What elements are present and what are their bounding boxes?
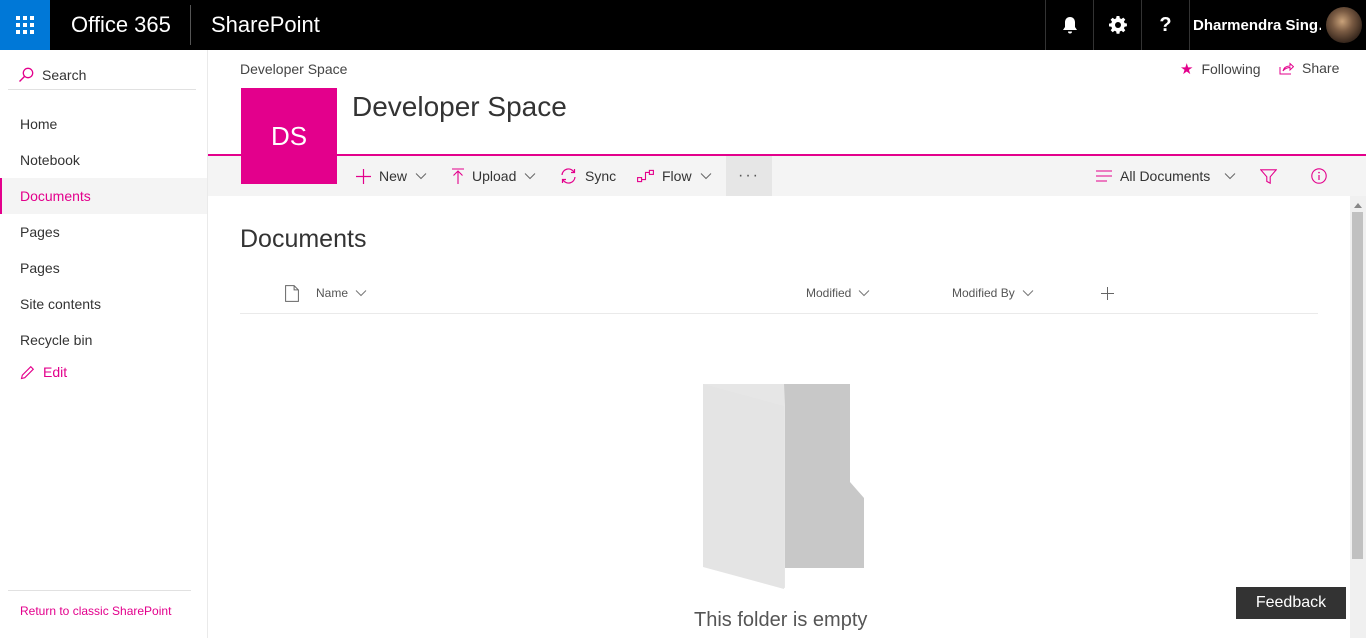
share-button[interactable]: Share [1279, 60, 1339, 76]
nav-item-site-contents[interactable]: Site contents [0, 286, 207, 322]
flow-label: Flow [662, 168, 692, 184]
search-box[interactable]: Search [8, 60, 196, 90]
chevron-down-icon [1022, 290, 1034, 297]
nav-item-notebook[interactable]: Notebook [0, 142, 207, 178]
nav-item-label: Pages [20, 224, 60, 240]
upload-label: Upload [472, 168, 517, 184]
add-column-button[interactable] [1101, 287, 1114, 300]
feedback-button[interactable]: Feedback [1236, 587, 1346, 619]
notifications-button[interactable] [1045, 0, 1093, 50]
site-title[interactable]: Developer Space [352, 91, 567, 123]
chevron-down-icon [1224, 173, 1236, 180]
edit-label: Edit [43, 364, 68, 380]
app-launcher-button[interactable] [0, 0, 50, 50]
command-bar: New Upload Sync Flow ··· All Documents [208, 156, 1366, 196]
waffle-icon [16, 16, 34, 34]
scrollbar-thumb[interactable] [1352, 212, 1363, 559]
nav-item-label: Documents [20, 188, 91, 204]
settings-button[interactable] [1093, 0, 1141, 50]
search-icon [19, 67, 34, 82]
info-pane-button[interactable] [1311, 156, 1335, 196]
gear-icon [1108, 16, 1127, 34]
sync-icon [561, 168, 576, 184]
column-header-name[interactable]: Name [316, 286, 367, 300]
flow-button[interactable]: Flow [637, 156, 712, 196]
filter-icon [1260, 168, 1277, 184]
nav-item-home[interactable]: Home [0, 106, 207, 142]
view-selector[interactable]: All Documents [1096, 156, 1236, 196]
column-label: Modified By [952, 286, 1015, 300]
nav-item-label: Notebook [20, 152, 80, 168]
flow-icon [637, 169, 654, 183]
upload-arrow-icon [452, 168, 464, 184]
document-icon [285, 285, 299, 302]
pencil-icon [20, 365, 35, 379]
sharepoint-app-link[interactable]: SharePoint [211, 12, 320, 38]
edit-nav-link[interactable]: Edit [20, 364, 67, 380]
new-label: New [379, 168, 408, 184]
suite-bar: Office 365 SharePoint ? Dharmendra Sing… [0, 0, 1366, 50]
nav-item-label: Site contents [20, 296, 101, 312]
following-button[interactable]: ★ Following [1180, 60, 1261, 78]
file-type-column[interactable] [285, 285, 299, 302]
office-365-brand-link[interactable]: Office 365 [71, 12, 171, 38]
view-label: All Documents [1120, 168, 1211, 184]
nav-divider [8, 590, 191, 591]
new-button[interactable]: New [356, 156, 427, 196]
following-label: Following [1201, 61, 1261, 77]
nav-item-label: Pages [20, 260, 60, 276]
nav-item-label: Home [20, 116, 58, 132]
user-name: Dharmendra Sing… [1193, 16, 1321, 34]
nav-item-pages[interactable]: Pages [0, 214, 207, 250]
chevron-down-icon [700, 173, 711, 180]
column-header-modified[interactable]: Modified [806, 286, 870, 300]
library-title: Documents [240, 225, 367, 253]
column-label: Name [316, 286, 349, 300]
list-column-headers: Name Modified Modified By [240, 278, 1318, 314]
chevron-down-icon [355, 290, 367, 297]
nav-item-documents[interactable]: Documents [0, 178, 207, 214]
star-icon: ★ [1180, 61, 1194, 78]
scroll-up-arrow[interactable] [1350, 198, 1366, 212]
nav-item-label: Recycle bin [20, 332, 93, 348]
share-icon [1279, 61, 1294, 74]
empty-folder-illustration [703, 384, 864, 589]
plus-icon [1101, 287, 1114, 300]
question-mark-icon: ? [1159, 13, 1172, 36]
left-navigation: Search Home Notebook Documents Pages Pag… [0, 50, 208, 638]
triangle-up-icon [1354, 202, 1362, 208]
bell-icon [1062, 17, 1077, 34]
info-icon [1311, 168, 1327, 184]
upload-button[interactable]: Upload [452, 156, 536, 196]
suite-divider [190, 5, 191, 45]
nav-item-recycle-bin[interactable]: Recycle bin [0, 322, 207, 358]
breadcrumb[interactable]: Developer Space [240, 61, 347, 77]
user-account-button[interactable]: Dharmendra Sing… [1189, 0, 1366, 50]
search-label: Search [42, 66, 87, 83]
more-commands-button[interactable]: ··· [726, 156, 772, 196]
share-label: Share [1302, 60, 1340, 76]
help-button[interactable]: ? [1141, 0, 1189, 50]
view-lines-icon [1096, 170, 1112, 182]
column-header-modified-by[interactable]: Modified By [952, 286, 1034, 300]
column-label: Modified [806, 286, 852, 300]
filter-button[interactable] [1260, 156, 1285, 196]
chevron-down-icon [525, 173, 536, 180]
return-to-classic-link[interactable]: Return to classic SharePoint [20, 604, 171, 618]
chevron-down-icon [415, 173, 427, 180]
empty-folder-message: This folder is empty [694, 609, 868, 631]
site-logo[interactable]: DS [241, 88, 337, 184]
avatar [1326, 7, 1362, 43]
nav-item-pages-2[interactable]: Pages [0, 250, 207, 286]
chevron-down-icon [859, 290, 870, 297]
sync-button[interactable]: Sync [560, 156, 616, 196]
sync-label: Sync [585, 168, 617, 184]
plus-icon [356, 168, 371, 184]
